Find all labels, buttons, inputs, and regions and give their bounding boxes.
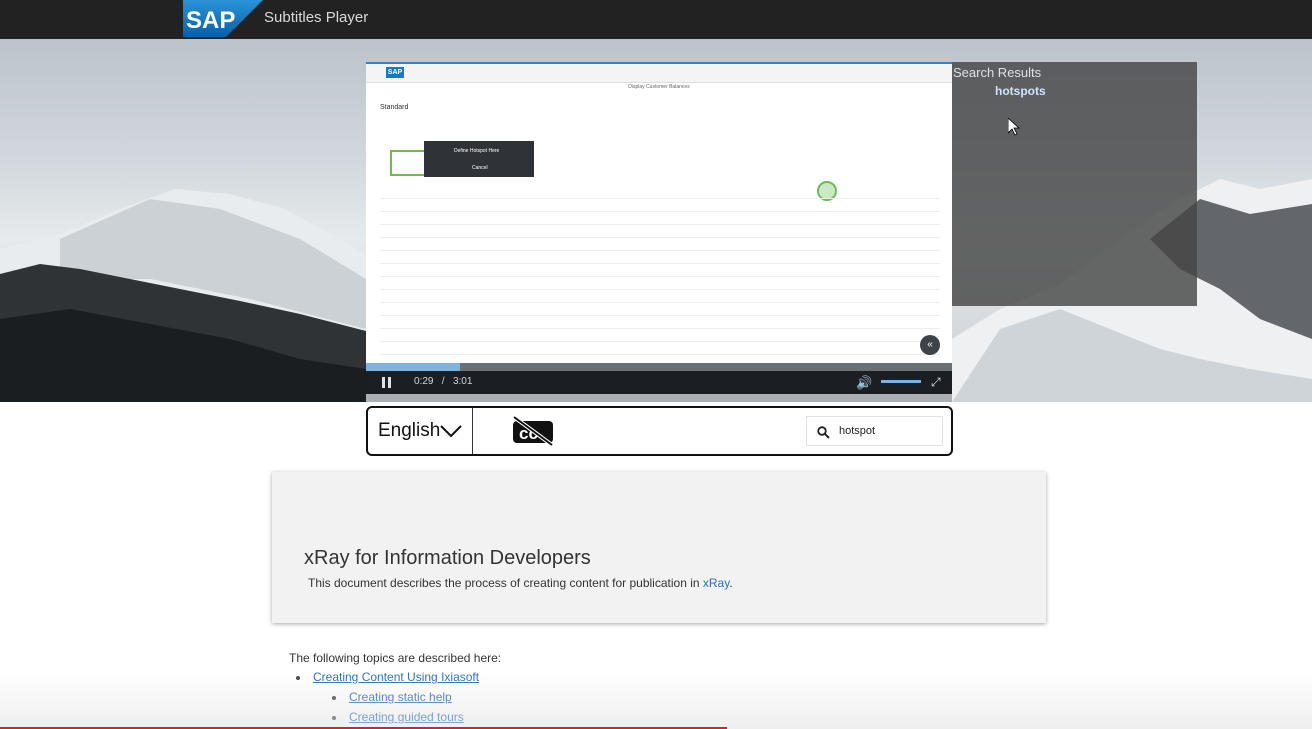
app-title: Subtitles Player <box>264 9 369 26</box>
table-row <box>380 290 940 303</box>
table-row <box>380 316 940 329</box>
embedded-popup-title: Define Hotspot Here <box>454 148 500 154</box>
top-bar: SAP Subtitles Player <box>0 0 1312 39</box>
table-row <box>380 342 940 355</box>
topic-link-static-help[interactable]: Creating static help <box>349 690 452 704</box>
document-description-end: . <box>729 576 733 590</box>
embedded-page-title: Display Customer Balances <box>628 84 690 90</box>
list-bullet <box>332 716 336 720</box>
xray-link[interactable]: xRay <box>703 576 729 590</box>
fullscreen-icon[interactable]: ⤢ <box>931 375 941 390</box>
table-row <box>380 186 940 199</box>
language-select[interactable]: English <box>368 408 473 454</box>
closed-captions-off-icon[interactable]: cc <box>511 416 555 446</box>
search-result-item[interactable]: hotspots <box>995 84 1046 98</box>
table-row <box>380 251 940 264</box>
embedded-sap-shell-bar: SAP <box>366 64 952 83</box>
volume-slider[interactable] <box>881 380 921 383</box>
bottom-fade <box>0 672 1312 729</box>
current-time: 0:29 <box>414 376 434 387</box>
subtitle-control-bar: English cc <box>366 406 953 456</box>
embedded-hotspot-popup: Define Hotspot Here Cancel <box>424 141 534 177</box>
video-stage: SAP Display Customer Balances Standard D… <box>0 39 1312 402</box>
search-icon[interactable] <box>817 426 830 439</box>
embedded-popup-cancel: Cancel <box>472 165 488 171</box>
table-row <box>380 212 940 225</box>
table-row <box>380 329 940 342</box>
table-row <box>380 238 940 251</box>
duration: 3:01 <box>452 376 473 387</box>
video-player[interactable]: SAP Display Customer Balances Standard D… <box>366 62 952 394</box>
search-results-title: Search Results <box>953 65 1042 80</box>
table-row <box>380 277 940 290</box>
topic-link-guided-tours[interactable]: Creating guided tours <box>349 710 464 724</box>
seek-bar[interactable] <box>366 363 952 371</box>
document-card: xRay for Information Developers This doc… <box>272 472 1046 623</box>
table-row <box>380 199 940 212</box>
document-description: This document describes the process of c… <box>308 576 733 590</box>
time-readout: 0:29 / 3:01 <box>414 376 472 387</box>
table-row <box>380 303 940 316</box>
seek-bar-played <box>366 363 460 371</box>
topic-link-creating-content[interactable]: Creating Content Using Ixiasoft <box>313 670 479 684</box>
language-value: English <box>378 420 441 441</box>
rewind-icon[interactable]: « <box>920 335 940 355</box>
pause-icon[interactable] <box>382 377 392 388</box>
list-bullet <box>296 676 300 680</box>
mouse-cursor-icon <box>1008 118 1020 136</box>
chevron-down-icon <box>440 425 462 437</box>
list-bullet <box>332 696 336 700</box>
video-controls: 0:29 / 3:01 🔊 ⤢ <box>366 371 952 394</box>
table-row <box>380 264 940 277</box>
document-description-text: This document describes the process of c… <box>308 576 703 590</box>
embedded-balance-table <box>380 186 940 355</box>
embedded-hotspot-marker <box>390 150 426 176</box>
volume-icon[interactable]: 🔊 <box>856 375 872 391</box>
time-separator: / <box>436 376 451 387</box>
subtitle-search-box <box>806 416 943 446</box>
topics-intro: The following topics are described here: <box>289 651 502 665</box>
document-title: xRay for Information Developers <box>304 547 591 569</box>
embedded-variant-label: Standard <box>380 104 409 111</box>
search-results-panel: Search Results hotspots <box>952 62 1197 306</box>
embedded-sap-logo: SAP <box>386 67 404 78</box>
sap-logo[interactable]: SAP <box>183 0 263 37</box>
subtitle-search-input[interactable] <box>839 422 935 439</box>
sap-logo-text: SAP <box>186 7 235 34</box>
table-row <box>380 225 940 238</box>
